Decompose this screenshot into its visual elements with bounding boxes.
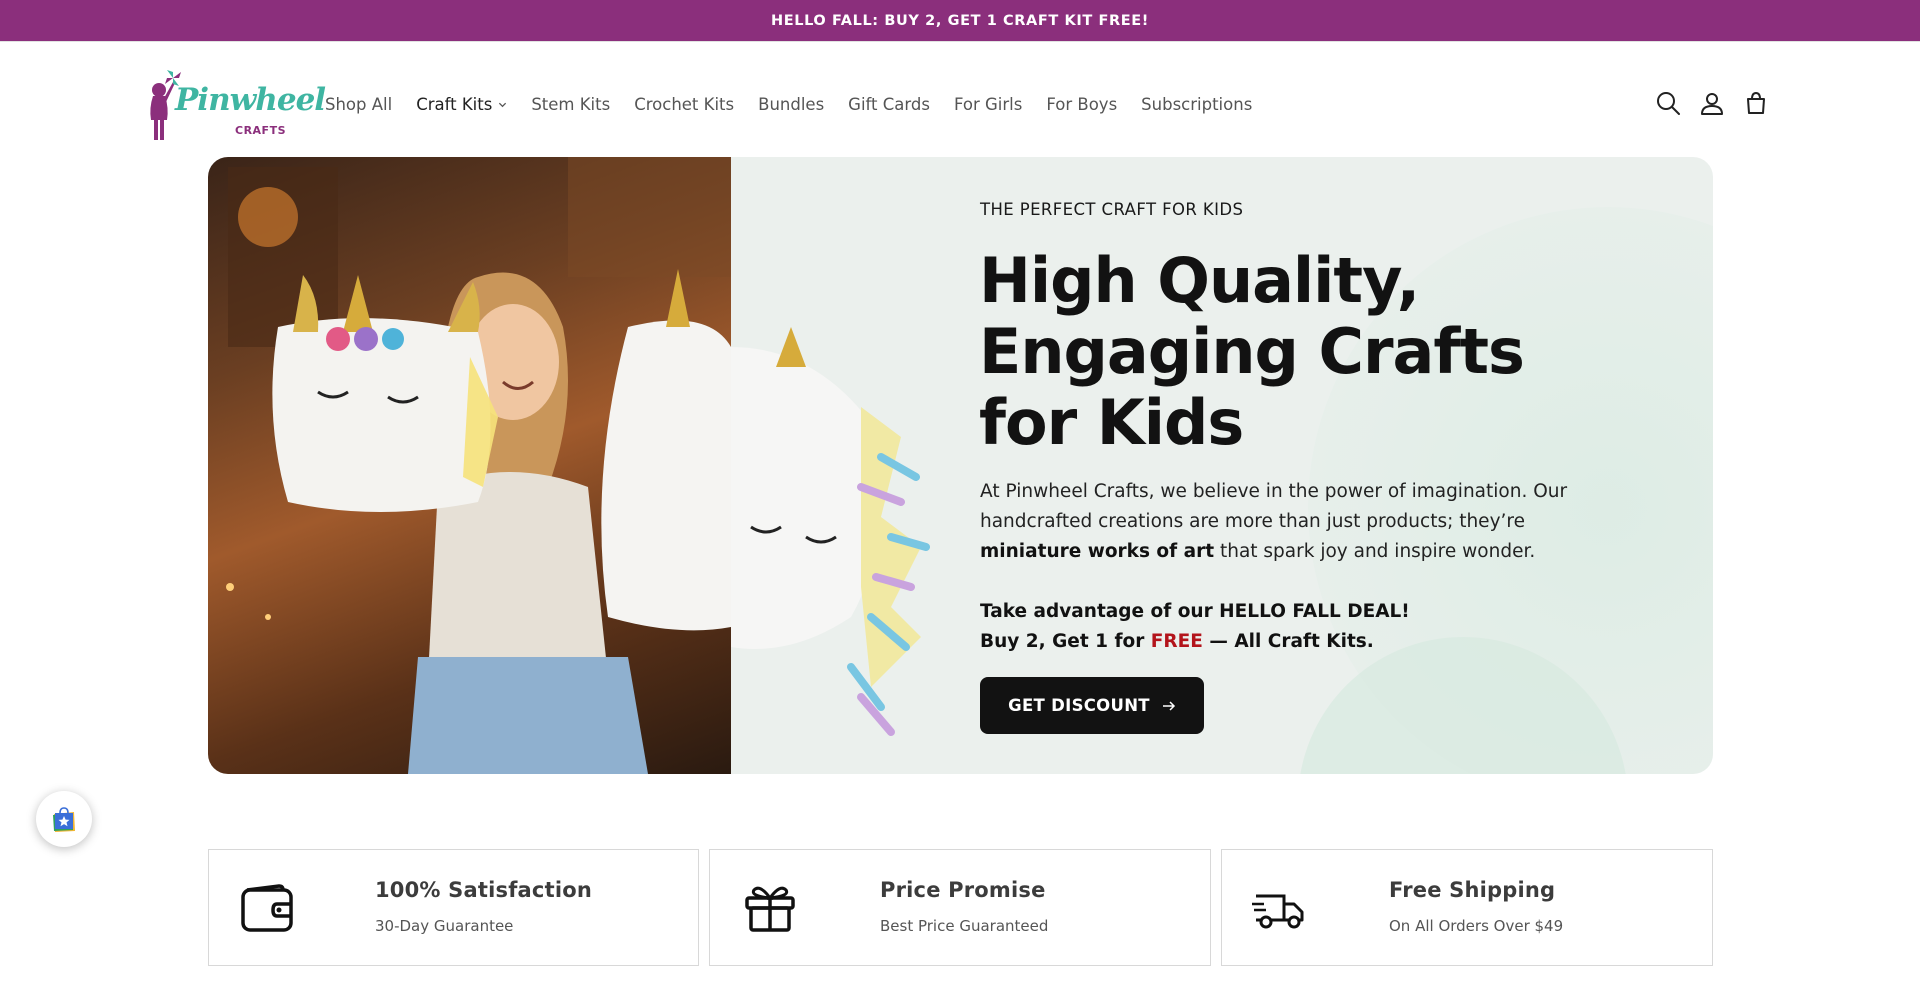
hero-body-emphasis: miniature works of art xyxy=(980,541,1215,562)
feature-title: Free Shipping xyxy=(1389,878,1556,902)
main-nav: Shop All Craft Kits Stem Kits Crochet Ki… xyxy=(325,90,1252,118)
hero-deal: Take advantage of our HELLO FALL DEAL! B… xyxy=(980,597,1580,657)
feature-subtitle: 30-Day Guarantee xyxy=(375,917,514,935)
nav-label: Gift Cards xyxy=(848,94,930,114)
cta-label: GET DISCOUNT xyxy=(1008,696,1150,715)
hero-image-girl-with-unicorn-pillows xyxy=(208,157,731,774)
hero-body-text: At Pinwheel Crafts, we believe in the po… xyxy=(980,481,1568,532)
hero-title-line: Engaging Crafts xyxy=(979,315,1525,388)
feature-free-shipping: Free Shipping On All Orders Over $49 xyxy=(1221,849,1713,966)
feature-price-promise: Price Promise Best Price Guaranteed xyxy=(709,849,1211,966)
get-discount-button[interactable]: GET DISCOUNT xyxy=(980,677,1204,734)
announcement-text: HELLO FALL: BUY 2, GET 1 CRAFT KIT FREE! xyxy=(770,12,1149,29)
feature-title: 100% Satisfaction xyxy=(375,878,592,902)
chevron-down-icon xyxy=(499,102,507,107)
hero-photo-illustration xyxy=(226,157,731,774)
deal-free-text: FREE xyxy=(1150,631,1203,652)
deal-line-1: Take advantage of our HELLO FALL DEAL! xyxy=(980,601,1410,622)
hero-title: High Quality, Engaging Crafts for Kids xyxy=(979,245,1599,458)
hero-body-text: that spark joy and inspire wonder. xyxy=(1214,541,1536,562)
hero-description: At Pinwheel Crafts, we believe in the po… xyxy=(980,477,1580,567)
hero-pillow-overflow xyxy=(731,327,930,736)
arrow-right-icon xyxy=(1162,700,1175,711)
header-divider xyxy=(0,41,1920,42)
announcement-bar[interactable]: HELLO FALL: BUY 2, GET 1 CRAFT KIT FREE! xyxy=(0,0,1920,41)
search-icon[interactable] xyxy=(1655,90,1681,116)
cart-icon[interactable] xyxy=(1743,90,1769,116)
nav-item-shop-all[interactable]: Shop All xyxy=(325,95,392,114)
hero-title-line: for Kids xyxy=(979,386,1244,459)
logo-subtitle: CRAFTS xyxy=(235,124,286,137)
nav-label: Bundles xyxy=(758,94,825,114)
hero-title-line: High Quality, xyxy=(979,244,1420,317)
account-icon[interactable] xyxy=(1699,90,1725,116)
nav-label: Subscriptions xyxy=(1141,94,1253,114)
nav-item-crochet-kits[interactable]: Crochet Kits xyxy=(634,95,734,114)
hero-eyebrow: THE PERFECT CRAFT FOR KIDS xyxy=(980,200,1244,219)
feature-subtitle: Best Price Guaranteed xyxy=(880,917,1049,935)
deal-text: Buy 2, Get 1 for xyxy=(980,631,1151,652)
nav-label: Craft Kits xyxy=(416,94,493,114)
logo-wordmark: Pinwheel xyxy=(175,82,326,118)
deal-line-2: Buy 2, Get 1 for FREE — All Craft Kits. xyxy=(980,627,1580,657)
nav-item-craft-kits[interactable]: Craft Kits xyxy=(416,95,507,114)
nav-item-stem-kits[interactable]: Stem Kits xyxy=(531,95,610,114)
rewards-launcher[interactable] xyxy=(36,791,92,847)
hero-banner: THE PERFECT CRAFT FOR KIDS High Quality,… xyxy=(208,157,1713,774)
truck-icon xyxy=(1252,894,1304,929)
nav-label: Crochet Kits xyxy=(634,94,735,114)
nav-item-subscriptions[interactable]: Subscriptions xyxy=(1141,95,1252,114)
nav-label: Stem Kits xyxy=(531,94,611,114)
nav-item-for-girls[interactable]: For Girls xyxy=(954,95,1022,114)
nav-item-bundles[interactable]: Bundles xyxy=(758,95,824,114)
nav-label: For Boys xyxy=(1046,94,1118,114)
feature-title: Price Promise xyxy=(880,878,1046,902)
feature-subtitle: On All Orders Over $49 xyxy=(1389,917,1564,935)
feature-satisfaction: 100% Satisfaction 30-Day Guarantee xyxy=(208,849,699,966)
deal-text: — All Craft Kits. xyxy=(1202,631,1374,652)
rewards-bag-icon xyxy=(53,807,75,832)
nav-label: Shop All xyxy=(325,94,393,114)
nav-item-for-boys[interactable]: For Boys xyxy=(1046,95,1117,114)
site-logo[interactable]: Pinwheel CRAFTS xyxy=(145,64,326,144)
gift-icon xyxy=(745,886,795,932)
nav-item-gift-cards[interactable]: Gift Cards xyxy=(848,95,930,114)
wallet-icon xyxy=(241,884,293,932)
nav-label: For Girls xyxy=(953,94,1023,114)
